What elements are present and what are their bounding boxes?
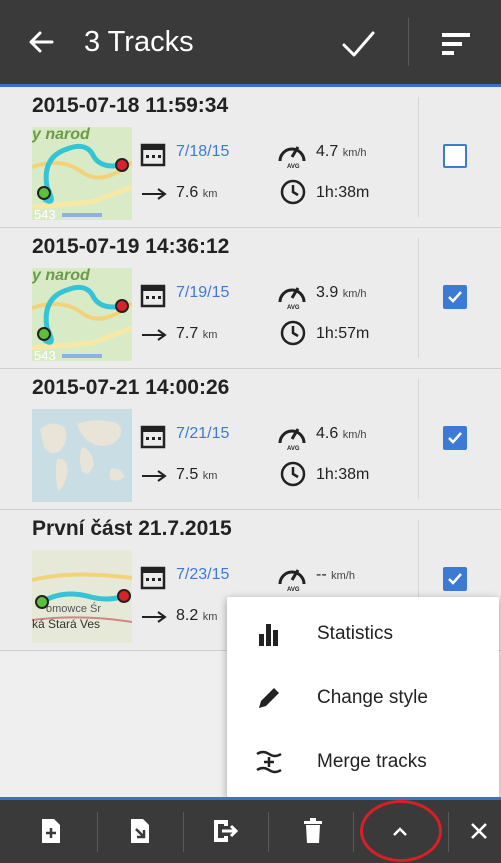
pencil-icon (259, 688, 279, 708)
menu-item-label: Statistics (317, 623, 394, 644)
import-icon[interactable] (125, 816, 155, 846)
distance-arrow-icon (142, 611, 167, 623)
svg-text:AVG: AVG (287, 164, 300, 169)
bottom-toolbar (0, 797, 501, 863)
world-map-thumbnail (32, 409, 132, 502)
track-name: 2015-07-21 14:00:26 (32, 376, 230, 399)
road-number-label: 543 (34, 207, 56, 220)
merge-tracks-icon (256, 750, 282, 774)
close-icon[interactable] (464, 816, 494, 846)
menu-item-change-style[interactable]: Change style (227, 665, 499, 731)
checkmark-icon (448, 573, 462, 585)
menu-item-label: Change style (317, 687, 428, 708)
track-date: 7/21/15 (176, 425, 230, 442)
track-checkbox[interactable] (443, 567, 467, 591)
village-label: ká Stará Ves (32, 617, 100, 631)
track-distance: 7.7 km (176, 325, 218, 342)
avg-speed-icon: AVG (278, 569, 306, 592)
avg-speed-icon: AVG (278, 146, 306, 169)
sort-icon[interactable] (436, 24, 476, 64)
track-distance: 7.5 km (176, 466, 218, 483)
bar-chart-icon (259, 624, 278, 646)
distance-arrow-icon (142, 188, 167, 200)
row-divider (418, 97, 419, 217)
svg-text:AVG: AVG (287, 305, 300, 310)
checkmark-icon (448, 291, 462, 303)
appbar-divider (408, 18, 409, 66)
track-speed: 4.6 km/h (316, 425, 367, 442)
menu-item-statistics[interactable]: Statistics (227, 601, 499, 667)
calendar-icon (140, 284, 166, 308)
highlight-circle (360, 800, 442, 862)
track-date: 7/23/15 (176, 566, 230, 583)
track-row[interactable]: 2015-07-18 11:59:34 y narod 543 7/18/15 … (0, 87, 501, 228)
track-checkbox[interactable] (443, 285, 467, 309)
track-duration: 1h:57m (316, 325, 370, 342)
track-name: 2015-07-18 11:59:34 (32, 94, 229, 117)
checkmark-icon (448, 432, 462, 444)
back-arrow-icon[interactable] (22, 22, 62, 62)
menu-item-merge-tracks[interactable]: Merge tracks (227, 729, 499, 795)
track-name: První část 21.7.2015 (32, 517, 232, 540)
row-divider (418, 238, 419, 358)
avg-speed-icon: AVG (278, 287, 306, 310)
village-label: omowce Śr (46, 602, 101, 615)
clock-icon (280, 461, 306, 487)
road-number-label: 543 (34, 348, 56, 361)
add-file-icon[interactable] (36, 816, 66, 846)
track-name: 2015-07-19 14:36:12 (32, 235, 230, 258)
distance-arrow-icon (142, 470, 167, 482)
overflow-menu: Statistics Change style Merge tracks (227, 597, 499, 797)
track-row[interactable]: 2015-07-21 14:00:26 7/21/15 7.5 km AVG 4… (0, 369, 501, 510)
track-speed: 3.9 km/h (316, 284, 367, 301)
svg-text:AVG: AVG (287, 587, 300, 592)
svg-text:AVG: AVG (287, 446, 300, 451)
track-speed: -- km/h (316, 566, 355, 583)
map-text-label: y narod (32, 268, 91, 284)
map-text-label: y narod (32, 127, 91, 143)
checkmark-icon[interactable] (336, 22, 380, 66)
track-map-thumbnail: omowce Śr ká Stará Ves (32, 550, 132, 643)
delete-icon[interactable] (298, 816, 328, 846)
track-map-thumbnail: y narod 543 (32, 127, 132, 220)
track-date: 7/19/15 (176, 284, 230, 301)
track-distance: 7.6 km (176, 184, 218, 201)
clock-icon (280, 320, 306, 346)
app-bar: 3 Tracks (0, 0, 501, 87)
menu-item-label: Merge tracks (317, 751, 427, 772)
track-checkbox[interactable] (443, 426, 467, 450)
calendar-icon (140, 566, 166, 590)
track-speed: 4.7 km/h (316, 143, 367, 160)
page-title: 3 Tracks (84, 26, 194, 58)
track-duration: 1h:38m (316, 184, 370, 201)
distance-arrow-icon (142, 329, 167, 341)
row-divider (418, 379, 419, 499)
avg-speed-icon: AVG (278, 428, 306, 451)
track-duration: 1h:38m (316, 466, 370, 483)
track-row[interactable]: 2015-07-19 14:36:12 y narod 543 7/19/15 … (0, 228, 501, 369)
track-distance: 8.2 km (176, 607, 218, 624)
track-date: 7/18/15 (176, 143, 230, 160)
calendar-icon (140, 143, 166, 167)
clock-icon (280, 179, 306, 205)
track-map-thumbnail: y narod 543 (32, 268, 132, 361)
track-list: 2015-07-18 11:59:34 y narod 543 7/18/15 … (0, 87, 501, 651)
calendar-icon (140, 425, 166, 449)
track-checkbox[interactable] (443, 144, 467, 168)
export-icon[interactable] (210, 816, 240, 846)
